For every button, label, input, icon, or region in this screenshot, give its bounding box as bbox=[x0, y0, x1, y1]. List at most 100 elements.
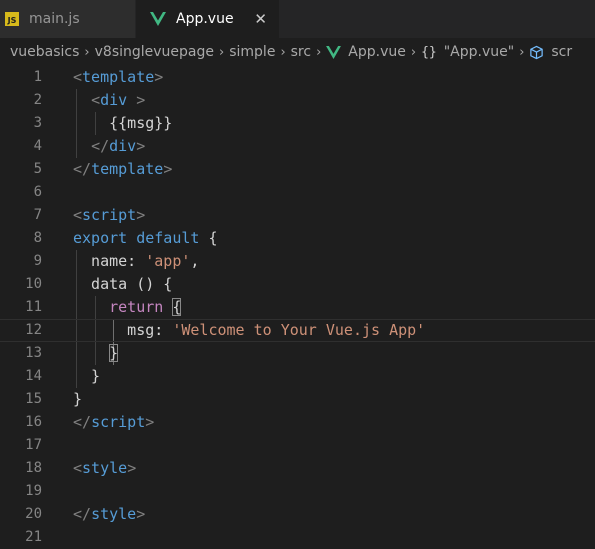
code-token: > bbox=[145, 413, 155, 431]
code-token: </ bbox=[73, 160, 92, 178]
code-token: default bbox=[136, 229, 200, 247]
code-line[interactable]: 17 bbox=[0, 434, 595, 457]
line-number: 20 bbox=[25, 506, 42, 522]
chevron-right-icon: › bbox=[316, 44, 322, 60]
code-token: } bbox=[73, 390, 83, 408]
line-number: 6 bbox=[33, 184, 42, 200]
code-token: > bbox=[136, 505, 146, 523]
line-number: 19 bbox=[25, 483, 42, 499]
code-token: div bbox=[100, 91, 128, 109]
code-token: return bbox=[109, 298, 164, 316]
code-line[interactable]: 10 data () { bbox=[0, 273, 595, 296]
chevron-right-icon: › bbox=[410, 44, 417, 60]
code-token: msg: bbox=[73, 321, 173, 339]
code-token: script bbox=[82, 206, 137, 224]
line-number: 13 bbox=[25, 345, 42, 361]
vue-file-icon bbox=[150, 12, 166, 26]
code-token: style bbox=[91, 505, 137, 523]
code-text: name: 'app', bbox=[73, 250, 199, 273]
code-line[interactable]: 13 } bbox=[0, 342, 595, 365]
code-text: <template> bbox=[73, 66, 163, 89]
breadcrumb-item-src[interactable]: src bbox=[291, 44, 311, 60]
code-line[interactable]: 9 name: 'app', bbox=[0, 250, 595, 273]
tab-bar: JS main.js App.vue ✕ bbox=[0, 0, 595, 38]
code-line[interactable]: 20 </style> bbox=[0, 503, 595, 526]
code-text: export default { bbox=[73, 227, 218, 250]
breadcrumb-item-module[interactable]: "App.vue" bbox=[444, 44, 514, 60]
line-number: 11 bbox=[25, 299, 42, 315]
line-number: 21 bbox=[25, 529, 42, 545]
code-token: {{msg}} bbox=[73, 114, 173, 132]
code-text: } bbox=[73, 342, 119, 365]
code-line[interactable]: 18 <style> bbox=[0, 457, 595, 480]
close-icon[interactable]: ✕ bbox=[254, 10, 267, 28]
code-token: export bbox=[73, 229, 128, 247]
code-token: > bbox=[127, 459, 137, 477]
code-text: {{msg}} bbox=[73, 112, 172, 135]
line-number: 12 bbox=[25, 322, 42, 338]
breadcrumb-item-simple[interactable]: simple bbox=[229, 44, 275, 60]
code-line[interactable]: 19 bbox=[0, 480, 595, 503]
code-token: > bbox=[136, 91, 146, 109]
line-number: 3 bbox=[33, 115, 42, 131]
line-number: 1 bbox=[33, 69, 42, 85]
code-editor[interactable]: 1 <template> 2 <div >3 {{msg}} 4 </div> 5 </t… bbox=[0, 66, 595, 545]
code-text: } bbox=[73, 388, 82, 411]
code-line[interactable]: 5 </template> bbox=[0, 158, 595, 181]
line-number: 10 bbox=[25, 276, 42, 292]
breadcrumb-item-script[interactable]: scr bbox=[551, 44, 572, 60]
code-line[interactable]: 6 bbox=[0, 181, 595, 204]
chevron-right-icon: › bbox=[219, 44, 225, 60]
line-number: 2 bbox=[33, 92, 42, 108]
tab-label: App.vue bbox=[176, 11, 234, 27]
code-line[interactable]: 11 return { bbox=[0, 296, 595, 319]
code-token: 'Welcome to Your Vue.js App' bbox=[172, 321, 426, 339]
code-token: { bbox=[199, 229, 218, 247]
code-token: </ bbox=[91, 137, 110, 155]
line-number: 4 bbox=[33, 138, 42, 154]
code-text: </style> bbox=[73, 503, 145, 526]
code-line[interactable]: 15} bbox=[0, 388, 595, 411]
code-text: </template> bbox=[73, 158, 172, 181]
breadcrumb-item-vuebasics[interactable]: vuebasics bbox=[10, 44, 79, 60]
code-token: < bbox=[91, 91, 101, 109]
line-number: 8 bbox=[33, 230, 42, 246]
code-text: <style> bbox=[73, 457, 136, 480]
code-line[interactable]: 12 msg: 'Welcome to Your Vue.js App' bbox=[0, 319, 595, 342]
code-line[interactable]: 1 <template> bbox=[0, 66, 595, 89]
code-line[interactable]: 2 <div > bbox=[0, 89, 595, 112]
chevron-right-icon: › bbox=[519, 44, 525, 60]
code-token: { bbox=[172, 298, 182, 316]
tab-main-js[interactable]: JS main.js bbox=[0, 0, 136, 38]
code-token: > bbox=[136, 206, 146, 224]
line-number: 17 bbox=[25, 437, 42, 453]
code-line[interactable]: 21 bbox=[0, 526, 595, 549]
code-line[interactable]: 4 </div> bbox=[0, 135, 595, 158]
code-token: 'app' bbox=[145, 252, 191, 270]
code-token: < bbox=[73, 68, 83, 86]
code-line[interactable]: 7 <script> bbox=[0, 204, 595, 227]
breadcrumb-item-app-vue[interactable]: App.vue bbox=[348, 44, 406, 60]
code-token: > bbox=[154, 68, 164, 86]
code-line[interactable]: 8 export default { bbox=[0, 227, 595, 250]
code-text: </div> bbox=[73, 135, 145, 158]
js-file-icon: JS bbox=[5, 12, 19, 26]
code-text: data () { bbox=[73, 273, 172, 296]
code-token: script bbox=[91, 413, 146, 431]
code-token: data () { bbox=[73, 275, 173, 293]
line-number: 7 bbox=[33, 207, 42, 223]
code-text: </script> bbox=[73, 411, 154, 434]
code-text: msg: 'Welcome to Your Vue.js App' bbox=[73, 320, 425, 341]
tab-app-vue[interactable]: App.vue ✕ bbox=[136, 0, 279, 38]
code-token: > bbox=[163, 160, 173, 178]
code-line[interactable]: 16 </script> bbox=[0, 411, 595, 434]
code-line[interactable]: 3 {{msg}} bbox=[0, 112, 595, 135]
code-line[interactable]: 14 } bbox=[0, 365, 595, 388]
code-token: </ bbox=[73, 505, 92, 523]
breadcrumb-item-v8singlevuepage[interactable]: v8singlevuepage bbox=[95, 44, 214, 60]
